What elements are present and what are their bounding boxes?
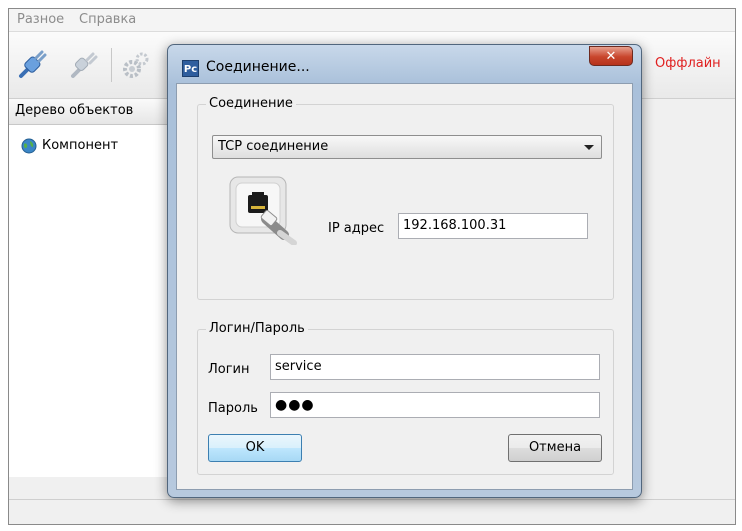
toolbar-separator xyxy=(111,48,112,82)
connection-type-select[interactable]: TCP соединение xyxy=(212,135,602,159)
ip-address-input[interactable]: 192.168.100.31 xyxy=(398,213,588,239)
login-group-legend: Логин/Пароль xyxy=(206,321,308,336)
ip-address-label: IP адрес xyxy=(328,221,385,236)
connection-group-legend: Соединение xyxy=(206,96,296,111)
cancel-button[interactable]: Отмена xyxy=(508,434,602,462)
globe-icon xyxy=(21,138,37,153)
connection-status-label: Оффлайн xyxy=(655,56,721,71)
status-bar xyxy=(9,499,735,524)
object-tree-panel: Дерево объектов Компонент xyxy=(9,99,168,477)
password-input[interactable]: ●●● xyxy=(270,392,600,418)
close-icon: ✕ xyxy=(605,49,617,64)
dialog-title: Соединение... xyxy=(206,59,310,75)
dialog-titlebar[interactable]: Pc Соединение... ✕ xyxy=(168,45,641,85)
login-input[interactable]: service xyxy=(270,354,600,380)
menu-item-help[interactable]: Справка xyxy=(79,12,136,27)
tree-item-component[interactable]: Компонент xyxy=(21,137,118,155)
connection-dialog: Pc Соединение... ✕ Соединение TCP соедин… xyxy=(167,44,642,498)
menu-bar: Разное Справка xyxy=(9,9,735,32)
close-button[interactable]: ✕ xyxy=(589,46,633,66)
connection-type-value: TCP соединение xyxy=(218,139,329,154)
password-label: Пароль xyxy=(208,401,258,416)
login-label: Логин xyxy=(208,362,250,377)
dialog-body: Соединение TCP соединение IP адрес 192.1… xyxy=(176,83,633,490)
app-icon: Pc xyxy=(182,60,199,77)
network-connector-icon xyxy=(229,176,297,245)
tree-item-label: Компонент xyxy=(42,138,119,153)
menu-item-misc[interactable]: Разное xyxy=(17,12,64,27)
disconnect-plug-icon[interactable] xyxy=(69,50,99,80)
connection-groupbox: Соединение TCP соединение IP адрес 192.1… xyxy=(197,96,614,300)
ok-button[interactable]: OK xyxy=(208,434,302,462)
object-tree-header: Дерево объектов xyxy=(9,99,167,125)
login-groupbox: Логин/Пароль Логин service Пароль ●●● OK… xyxy=(197,321,614,475)
settings-gears-icon[interactable] xyxy=(121,50,151,80)
chevron-down-icon xyxy=(584,145,594,150)
connect-plug-icon[interactable] xyxy=(17,50,47,80)
